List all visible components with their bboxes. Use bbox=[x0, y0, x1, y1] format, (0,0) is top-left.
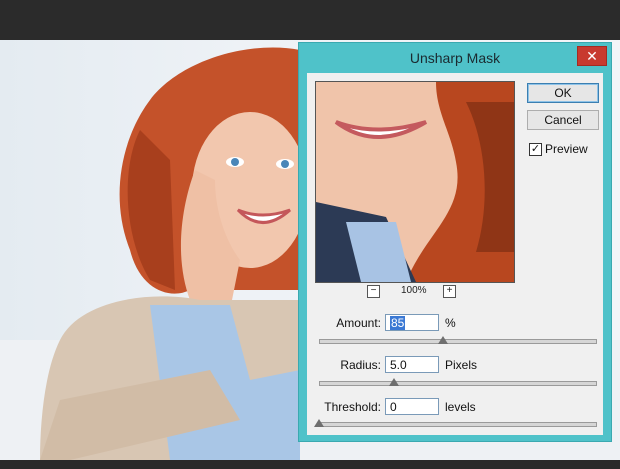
amount-slider[interactable] bbox=[319, 339, 597, 344]
unsharp-mask-dialog: Unsharp Mask ✕ − 100% + OK Cancel ✓ Prev… bbox=[298, 42, 612, 442]
amount-label: Amount: bbox=[336, 316, 381, 330]
zoom-in-button[interactable]: + bbox=[443, 285, 456, 298]
threshold-slider-thumb[interactable] bbox=[314, 419, 324, 427]
radius-unit: Pixels bbox=[445, 358, 478, 372]
amount-slider-thumb[interactable] bbox=[438, 336, 449, 344]
preview-label: Preview bbox=[545, 142, 588, 156]
ok-button[interactable]: OK bbox=[527, 83, 599, 103]
amount-unit: % bbox=[445, 316, 456, 330]
bottom-strip bbox=[0, 460, 620, 469]
dialog-title: Unsharp Mask bbox=[409, 50, 501, 66]
threshold-slider[interactable] bbox=[319, 422, 597, 427]
threshold-unit: levels bbox=[445, 400, 476, 414]
amount-value: 85 bbox=[390, 316, 406, 330]
amount-input[interactable]: 85 bbox=[385, 314, 439, 331]
radius-label: Radius: bbox=[340, 358, 381, 372]
radius-value: 5.0 bbox=[390, 358, 407, 372]
preview-check-icon[interactable]: ✓ bbox=[529, 143, 542, 156]
threshold-input[interactable]: 0 bbox=[385, 398, 439, 415]
cancel-button[interactable]: Cancel bbox=[527, 110, 599, 130]
dialog-titlebar[interactable]: Unsharp Mask ✕ bbox=[299, 43, 611, 73]
radius-slider[interactable] bbox=[319, 381, 597, 386]
preview-image bbox=[316, 82, 514, 282]
close-button[interactable]: ✕ bbox=[577, 46, 607, 66]
zoom-level: 100% bbox=[401, 285, 427, 296]
radius-input[interactable]: 5.0 bbox=[385, 356, 439, 373]
radius-slider-thumb[interactable] bbox=[388, 378, 399, 386]
zoom-controls: − 100% + bbox=[367, 285, 467, 299]
zoom-out-button[interactable]: − bbox=[367, 285, 380, 298]
preview-thumbnail[interactable] bbox=[315, 81, 515, 283]
threshold-label: Threshold: bbox=[324, 400, 381, 414]
threshold-value: 0 bbox=[390, 400, 397, 414]
dialog-body: − 100% + OK Cancel ✓ Preview Amount: 85 … bbox=[307, 73, 603, 435]
